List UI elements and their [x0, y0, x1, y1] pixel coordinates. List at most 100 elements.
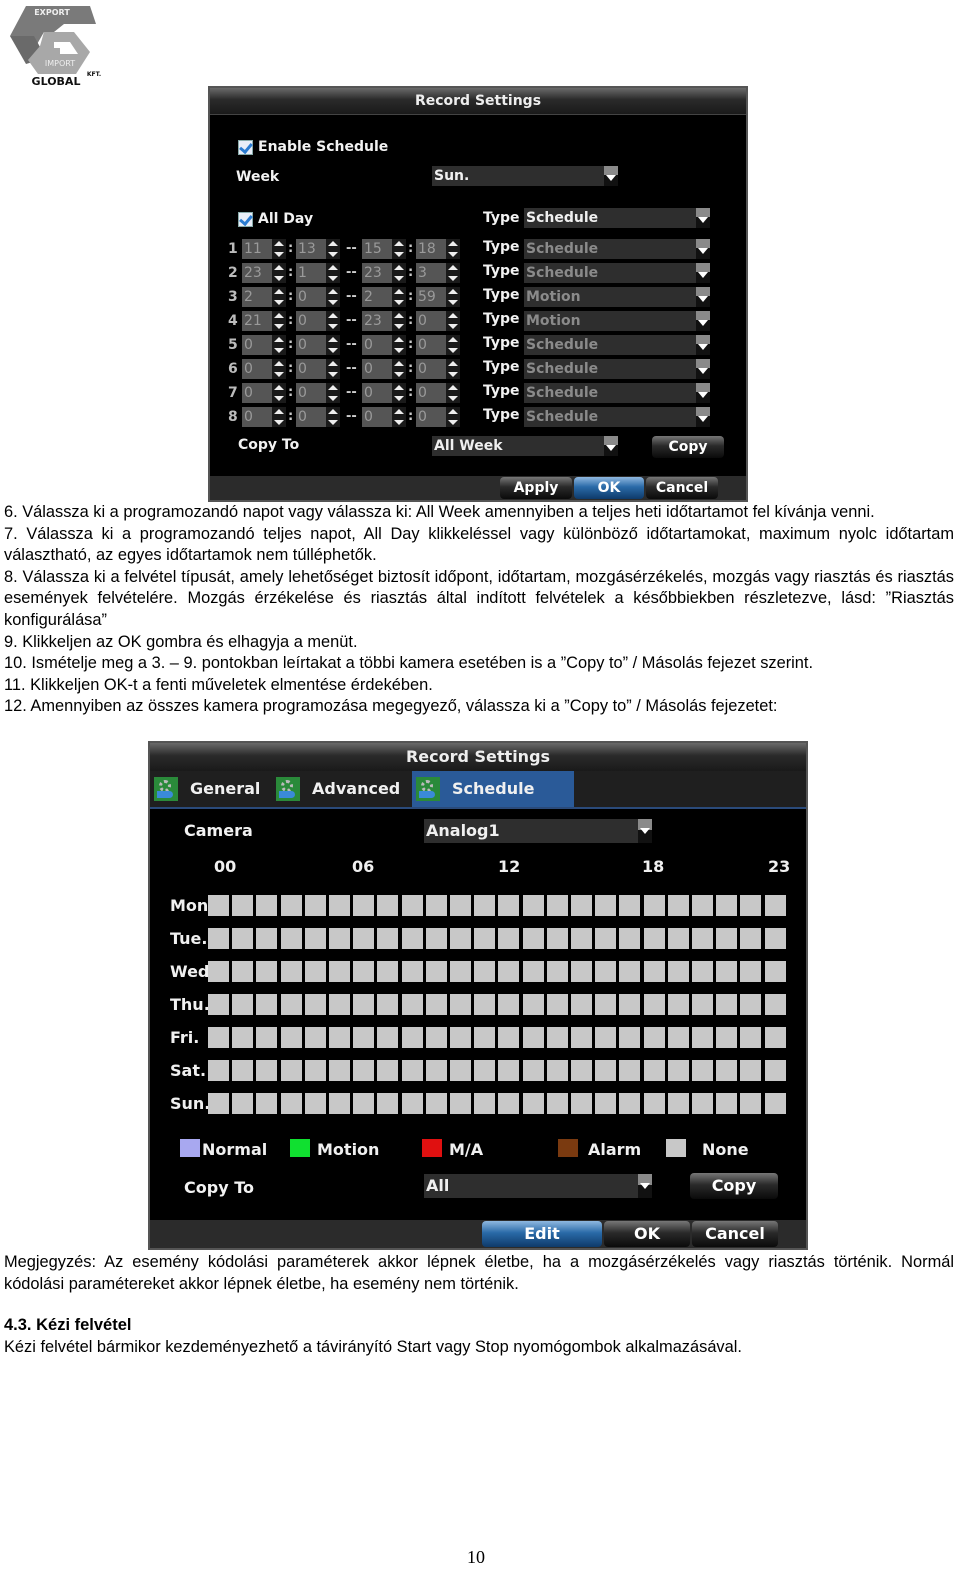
schedule-cell[interactable] — [740, 1093, 762, 1114]
up-down-arrows-icon[interactable] — [326, 263, 340, 283]
schedule-cell[interactable] — [232, 928, 254, 949]
schedule-cell[interactable] — [692, 1027, 713, 1048]
schedule-cell[interactable] — [571, 1060, 592, 1081]
up-down-arrows-icon[interactable] — [272, 407, 286, 427]
start-minute-spinner[interactable]: 0 — [296, 407, 340, 427]
schedule-cell[interactable] — [329, 1060, 350, 1081]
copy-button[interactable]: Copy — [690, 1173, 778, 1199]
end-minute-spinner[interactable]: 0 — [416, 407, 460, 427]
schedule-cell[interactable] — [377, 961, 399, 982]
schedule-cell[interactable] — [450, 1027, 471, 1048]
schedule-cell[interactable] — [667, 1027, 689, 1048]
up-down-arrows-icon[interactable] — [392, 311, 406, 331]
schedule-cell[interactable] — [546, 1093, 568, 1114]
schedule-cell[interactable] — [280, 928, 302, 949]
schedule-cell[interactable] — [474, 928, 496, 949]
end-hour-spinner[interactable]: 0 — [362, 407, 406, 427]
schedule-cell[interactable] — [208, 961, 229, 982]
start-hour-spinner[interactable]: 0 — [242, 359, 286, 379]
schedule-cell[interactable] — [522, 961, 544, 982]
schedule-cell[interactable] — [401, 994, 423, 1015]
schedule-cell[interactable] — [353, 1060, 375, 1081]
schedule-cell[interactable] — [329, 961, 350, 982]
schedule-cell[interactable] — [425, 1093, 447, 1114]
schedule-cell[interactable] — [716, 895, 738, 916]
schedule-cell[interactable] — [232, 1060, 254, 1081]
schedule-cell[interactable] — [595, 1060, 617, 1081]
schedule-cell[interactable] — [450, 895, 471, 916]
schedule-cell[interactable] — [329, 1093, 350, 1114]
schedule-cell[interactable] — [256, 895, 278, 916]
tab-general[interactable]: General — [150, 771, 270, 807]
up-down-arrows-icon[interactable] — [446, 359, 460, 379]
schedule-cell[interactable] — [353, 1093, 375, 1114]
start-minute-spinner[interactable]: 13 — [296, 239, 340, 259]
schedule-cell[interactable] — [474, 961, 496, 982]
period-type-dropdown[interactable]: Schedule — [524, 263, 710, 283]
schedule-cell[interactable] — [571, 994, 592, 1015]
up-down-arrows-icon[interactable] — [446, 287, 460, 307]
schedule-cell[interactable] — [280, 1060, 302, 1081]
schedule-cell[interactable] — [716, 1027, 738, 1048]
schedule-cell[interactable] — [329, 1027, 350, 1048]
up-down-arrows-icon[interactable] — [446, 239, 460, 259]
end-hour-spinner[interactable]: 0 — [362, 383, 406, 403]
schedule-cell[interactable] — [474, 1093, 496, 1114]
schedule-cell[interactable] — [667, 928, 689, 949]
week-dropdown[interactable]: Sun. — [432, 166, 618, 186]
cancel-button[interactable]: Cancel — [692, 1221, 778, 1247]
schedule-cell[interactable] — [595, 895, 617, 916]
period-type-dropdown[interactable]: Schedule — [524, 239, 710, 259]
schedule-cell[interactable] — [498, 1093, 520, 1114]
up-down-arrows-icon[interactable] — [392, 359, 406, 379]
schedule-cell[interactable] — [716, 961, 738, 982]
schedule-cell[interactable] — [256, 928, 278, 949]
up-down-arrows-icon[interactable] — [326, 311, 340, 331]
schedule-cell[interactable] — [571, 961, 592, 982]
schedule-cell[interactable] — [377, 1093, 399, 1114]
schedule-cell[interactable] — [208, 994, 229, 1015]
end-hour-spinner[interactable]: 0 — [362, 335, 406, 355]
up-down-arrows-icon[interactable] — [272, 359, 286, 379]
end-minute-spinner[interactable]: 18 — [416, 239, 460, 259]
cancel-button[interactable]: Cancel — [646, 477, 718, 499]
schedule-cell[interactable] — [740, 928, 762, 949]
schedule-cell[interactable] — [764, 994, 786, 1015]
schedule-cell[interactable] — [764, 1060, 786, 1081]
schedule-cell[interactable] — [425, 994, 447, 1015]
schedule-cell[interactable] — [401, 895, 423, 916]
up-down-arrows-icon[interactable] — [446, 407, 460, 427]
schedule-cell[interactable] — [304, 1060, 326, 1081]
schedule-cell[interactable] — [643, 1093, 665, 1114]
schedule-cell[interactable] — [304, 961, 326, 982]
schedule-cell[interactable] — [595, 961, 617, 982]
start-hour-spinner[interactable]: 11 — [242, 239, 286, 259]
up-down-arrows-icon[interactable] — [272, 311, 286, 331]
up-down-arrows-icon[interactable] — [446, 383, 460, 403]
schedule-cell[interactable] — [208, 928, 229, 949]
schedule-cell[interactable] — [232, 994, 254, 1015]
start-minute-spinner[interactable]: 0 — [296, 359, 340, 379]
schedule-cell[interactable] — [498, 895, 520, 916]
schedule-cell[interactable] — [208, 1093, 229, 1114]
schedule-cell[interactable] — [716, 1060, 738, 1081]
schedule-cell[interactable] — [232, 1027, 254, 1048]
up-down-arrows-icon[interactable] — [272, 263, 286, 283]
end-hour-spinner[interactable]: 15 — [362, 239, 406, 259]
schedule-cell[interactable] — [450, 961, 471, 982]
schedule-cell[interactable] — [280, 895, 302, 916]
ok-button[interactable]: OK — [574, 477, 644, 499]
enable-schedule-checkbox[interactable] — [238, 140, 253, 155]
schedule-cell[interactable] — [740, 1060, 762, 1081]
up-down-arrows-icon[interactable] — [446, 311, 460, 331]
schedule-cell[interactable] — [450, 1093, 471, 1114]
all-day-checkbox[interactable] — [238, 212, 253, 227]
schedule-cell[interactable] — [667, 1093, 689, 1114]
schedule-cell[interactable] — [522, 1060, 544, 1081]
up-down-arrows-icon[interactable] — [392, 335, 406, 355]
schedule-cell[interactable] — [546, 895, 568, 916]
schedule-cell[interactable] — [474, 1060, 496, 1081]
schedule-cell[interactable] — [401, 928, 423, 949]
end-minute-spinner[interactable]: 0 — [416, 383, 460, 403]
schedule-cell[interactable] — [571, 895, 592, 916]
